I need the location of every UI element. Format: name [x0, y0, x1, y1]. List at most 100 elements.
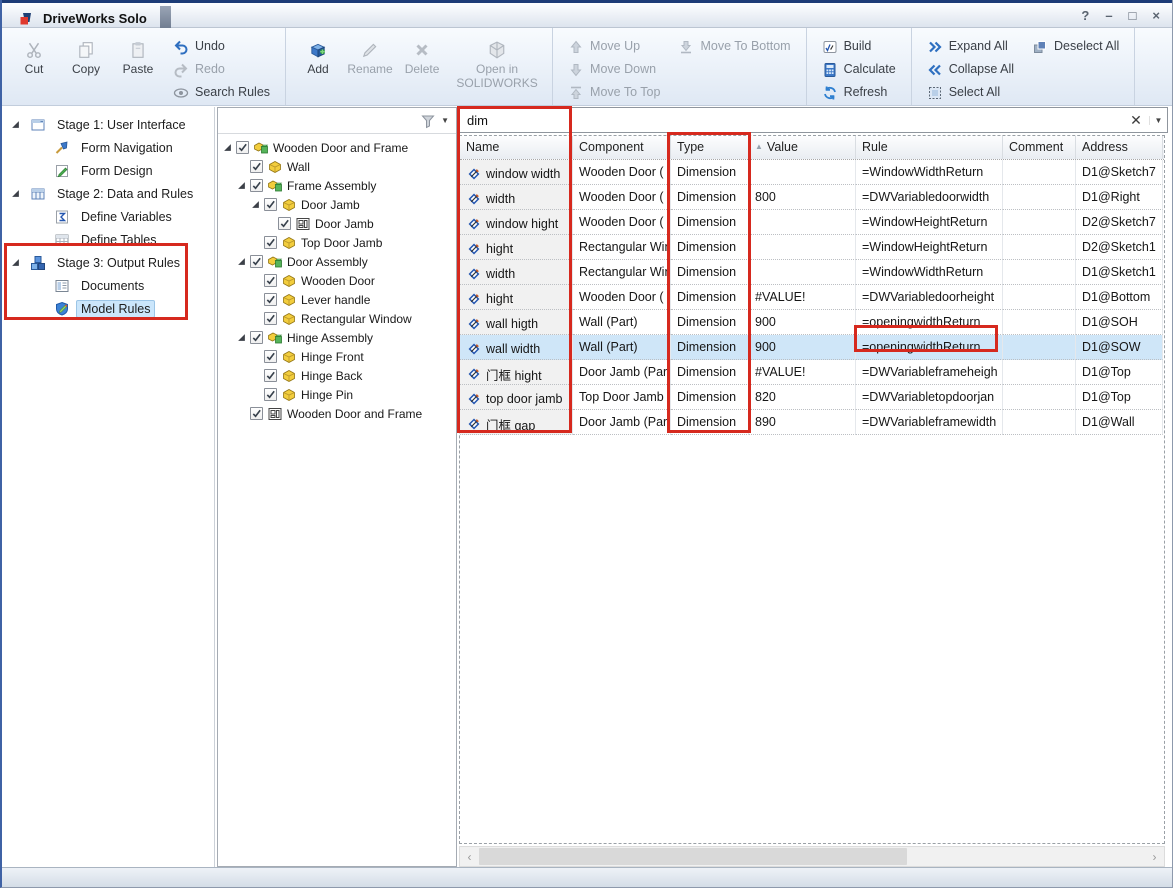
table-row[interactable]: window hightWooden Door (Dimension=Windo…	[460, 210, 1164, 235]
checkbox[interactable]	[278, 217, 291, 230]
copy-button[interactable]: Copy	[62, 31, 110, 99]
expander-icon[interactable]	[236, 333, 247, 342]
checkbox[interactable]	[264, 198, 277, 211]
expander-icon[interactable]	[236, 257, 247, 266]
minimize-button[interactable]: –	[1105, 8, 1112, 23]
table-row[interactable]: 门框 gapDoor Jamb (ParDimension890=DWVaria…	[460, 410, 1164, 435]
sidebar-item-define-variables[interactable]: Define Variables	[2, 205, 214, 228]
scrollbar-thumb[interactable]	[479, 848, 907, 865]
tree-item-wall[interactable]: Wall	[218, 157, 456, 176]
tree-item-hinge-assembly[interactable]: Hinge Assembly	[218, 328, 456, 347]
add-button[interactable]: Add	[294, 31, 342, 99]
tree-item-door-assembly[interactable]: Door Assembly	[218, 252, 456, 271]
tree-item-wooden-door-and-frame[interactable]: Wooden Door and Frame	[218, 138, 456, 157]
checkbox[interactable]	[264, 350, 277, 363]
expander-icon[interactable]	[8, 189, 22, 198]
sidebar-item-form-design[interactable]: Form Design	[2, 159, 214, 182]
scroll-right-arrow-icon[interactable]: ›	[1145, 850, 1164, 864]
sidebar-item-stage-3-output-rules[interactable]: Stage 3: Output Rules	[2, 251, 214, 274]
sidebar-item-define-tables[interactable]: Define Tables	[2, 228, 214, 251]
table-row[interactable]: top door jambTop Door JambDimension820=D…	[460, 385, 1164, 410]
table-row[interactable]: widthWooden Door (Dimension800=DWVariabl…	[460, 185, 1164, 210]
search-rules-button[interactable]: Search Rules	[166, 81, 277, 104]
move-to-top-button[interactable]: Move To Top	[561, 81, 667, 104]
close-button[interactable]: ×	[1152, 8, 1160, 23]
table-row[interactable]: 门框 hightDoor Jamb (ParDimension#VALUE!=D…	[460, 360, 1164, 385]
maximize-button[interactable]: □	[1129, 8, 1137, 23]
expander-icon[interactable]	[8, 258, 22, 267]
scroll-left-arrow-icon[interactable]: ‹	[460, 850, 479, 864]
column-header-component[interactable]: Component	[573, 136, 671, 159]
select-all-button[interactable]: Select All	[920, 81, 1021, 104]
checkbox[interactable]	[250, 255, 263, 268]
deselect-all-button[interactable]: Deselect All	[1025, 35, 1126, 58]
checkbox[interactable]	[264, 369, 277, 382]
checkbox[interactable]	[264, 236, 277, 249]
tree-item-top-door-jamb[interactable]: Top Door Jamb	[218, 233, 456, 252]
undo-button[interactable]: Undo	[166, 35, 277, 58]
cell-type: Dimension	[671, 260, 749, 285]
grid-filter-input[interactable]	[460, 109, 1123, 131]
column-header-type[interactable]: Type	[671, 136, 749, 159]
tree-item-hinge-back[interactable]: Hinge Back	[218, 366, 456, 385]
tree-item-rectangular-window[interactable]: Rectangular Window	[218, 309, 456, 328]
checkbox[interactable]	[264, 388, 277, 401]
table-row[interactable]: wall higthWall (Part)Dimension900=openin…	[460, 310, 1164, 335]
tree-item-hinge-pin[interactable]: Hinge Pin	[218, 385, 456, 404]
expander-icon[interactable]	[8, 120, 22, 129]
refresh-button[interactable]: Refresh	[815, 81, 903, 104]
column-header-name[interactable]: Name	[460, 136, 573, 159]
tree-item-wooden-door-and-frame[interactable]: Wooden Door and Frame	[218, 404, 456, 423]
grid-filter-dropdown-arrow-icon[interactable]: ▼	[1149, 116, 1167, 125]
sidebar-item-stage-1-user-interface[interactable]: Stage 1: User Interface	[2, 113, 214, 136]
expander-icon[interactable]	[222, 143, 233, 152]
filter-dropdown-arrow-icon[interactable]: ▼	[441, 116, 449, 125]
help-button[interactable]: ?	[1081, 8, 1089, 23]
checkbox[interactable]	[264, 312, 277, 325]
checkbox[interactable]	[250, 160, 263, 173]
table-row[interactable]: hightWooden Door (Dimension#VALUE!=DWVar…	[460, 285, 1164, 310]
paste-button[interactable]: Paste	[114, 31, 162, 99]
sidebar-item-form-navigation[interactable]: Form Navigation	[2, 136, 214, 159]
funnel-filter-icon[interactable]	[420, 113, 436, 129]
sidebar-item-model-rules[interactable]: Model Rules	[2, 297, 214, 320]
table-row[interactable]: window widthWooden Door (Dimension=Windo…	[460, 160, 1164, 185]
tree-item-hinge-front[interactable]: Hinge Front	[218, 347, 456, 366]
tree-item-door-jamb[interactable]: Door Jamb	[218, 195, 456, 214]
column-header-rule[interactable]: Rule	[856, 136, 1003, 159]
column-header-value[interactable]: ▲Value	[749, 136, 856, 159]
checkbox[interactable]	[250, 407, 263, 420]
expand-all-button[interactable]: Expand All	[920, 35, 1021, 58]
sidebar-item-documents[interactable]: Documents	[2, 274, 214, 297]
tree-item-wooden-door[interactable]: Wooden Door	[218, 271, 456, 290]
collapse-all-button[interactable]: Collapse All	[920, 58, 1021, 81]
checkbox[interactable]	[236, 141, 249, 154]
column-header-address[interactable]: Address	[1076, 136, 1163, 159]
open-in-solidworks-button[interactable]: Open in SOLIDWORKS	[450, 31, 544, 99]
table-row[interactable]: wall widthWall (Part)Dimension900=openin…	[460, 335, 1164, 360]
redo-button[interactable]: Redo	[166, 58, 277, 81]
move-up-button[interactable]: Move Up	[561, 35, 667, 58]
checkbox[interactable]	[264, 274, 277, 287]
checkbox[interactable]	[250, 179, 263, 192]
horizontal-scrollbar[interactable]: ‹ ›	[459, 846, 1165, 867]
tree-item-lever-handle[interactable]: Lever handle	[218, 290, 456, 309]
tree-item-frame-assembly[interactable]: Frame Assembly	[218, 176, 456, 195]
build-button[interactable]: Build	[815, 35, 903, 58]
delete-button[interactable]: Delete	[398, 31, 446, 99]
move-down-button[interactable]: Move Down	[561, 58, 667, 81]
clear-filter-icon[interactable]: ✕	[1123, 112, 1149, 129]
move-to-bottom-button[interactable]: Move To Bottom	[671, 35, 797, 58]
checkbox[interactable]	[250, 331, 263, 344]
expander-icon[interactable]	[236, 181, 247, 190]
sidebar-item-stage-2-data-and-rules[interactable]: Stage 2: Data and Rules	[2, 182, 214, 205]
table-row[interactable]: widthRectangular WinDimension=WindowWidt…	[460, 260, 1164, 285]
column-header-comment[interactable]: Comment	[1003, 136, 1076, 159]
cut-button[interactable]: Cut	[10, 31, 58, 99]
table-row[interactable]: hightRectangular WinDimension=WindowHeig…	[460, 235, 1164, 260]
calculate-button[interactable]: Calculate	[815, 58, 903, 81]
expander-icon[interactable]	[250, 200, 261, 209]
checkbox[interactable]	[264, 293, 277, 306]
tree-item-door-jamb[interactable]: Door Jamb	[218, 214, 456, 233]
rename-button[interactable]: Rename	[346, 31, 394, 99]
